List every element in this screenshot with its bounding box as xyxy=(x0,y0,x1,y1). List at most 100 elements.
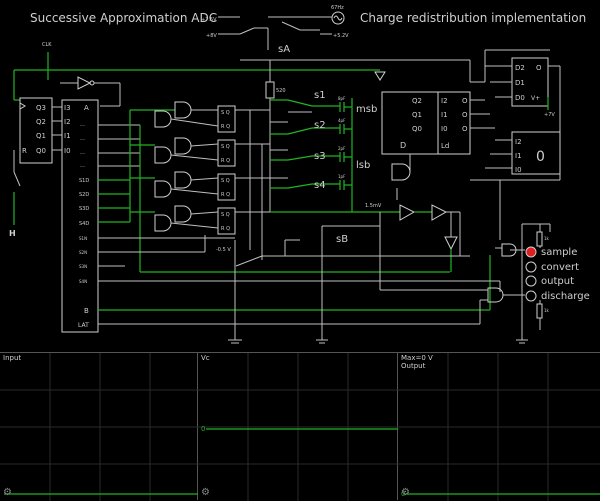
scope-vc-gear-icon[interactable]: ⚙ xyxy=(201,487,210,498)
neg-switch-blade[interactable] xyxy=(235,255,263,267)
svg-text:S Q: S Q xyxy=(221,110,230,116)
decoder-b: B xyxy=(84,307,89,315)
circuit-schematic: Successive Approximation ADC Charge redi… xyxy=(9,5,590,344)
resistor-520-label: 520 xyxy=(276,88,286,94)
scope-vc[interactable]: Vc 0 ⚙ xyxy=(198,352,398,501)
clk-inverter-icon xyxy=(374,71,386,81)
svg-text:1pF: 1pF xyxy=(338,174,346,179)
title-right: Charge redistribution implementation xyxy=(360,11,586,25)
counter-q2: Q2 xyxy=(36,118,46,126)
svg-text:V+: V+ xyxy=(531,95,540,102)
clk-label: CLK xyxy=(42,42,52,48)
scope-vc-zero: 0 xyxy=(201,425,205,433)
svg-text:1k: 1k xyxy=(544,236,550,241)
sa-right-switch-blade[interactable] xyxy=(281,21,301,31)
led-convert xyxy=(525,261,537,273)
svg-text:S Q: S Q xyxy=(221,178,230,184)
status-sample-label: sample xyxy=(541,247,577,258)
svg-text:D1: D1 xyxy=(515,79,525,87)
decoder-i2: I2 xyxy=(64,118,71,126)
cap-msb-label: msb xyxy=(356,104,377,115)
svg-text:S Q: S Q xyxy=(221,212,230,218)
counter-q1: Q1 xyxy=(36,132,46,140)
svg-text:Ld: Ld xyxy=(441,142,449,150)
svg-text:O: O xyxy=(462,111,468,119)
svg-text:2pF: 2pF xyxy=(338,146,346,151)
sa-left-switch-blade[interactable] xyxy=(239,27,255,35)
gate-row-3: S Q R Q xyxy=(154,171,236,201)
resistor-1k-b xyxy=(536,303,543,319)
resistor-520 xyxy=(265,81,275,99)
svg-text:I1: I1 xyxy=(515,152,522,160)
svg-text:D0: D0 xyxy=(515,94,525,102)
svg-text:O: O xyxy=(462,97,468,105)
decoder-a: A xyxy=(84,104,89,112)
switch-s3-label: s3 xyxy=(314,151,326,162)
scope-input[interactable]: Input ⚙ xyxy=(0,352,198,501)
source-7-5v-label: +7.5V xyxy=(201,17,217,23)
counter-q0: Q0 xyxy=(36,147,46,155)
svg-text:4pF: 4pF xyxy=(338,118,346,123)
status-convert-label: convert xyxy=(541,262,579,273)
decoder-s3d: S3D xyxy=(79,206,89,212)
svg-text:R Q: R Q xyxy=(221,124,230,130)
svg-text:D: D xyxy=(400,141,406,150)
svg-text:O: O xyxy=(536,64,542,72)
source-1-5mv-label: 1.5mV xyxy=(365,203,382,209)
decoder-s2n: S2N xyxy=(79,250,87,255)
switch-s1-label: s1 xyxy=(314,90,326,101)
led-discharge xyxy=(525,290,537,302)
svg-text:----: ---- xyxy=(80,164,86,168)
switch-s2[interactable]: s2 xyxy=(270,120,340,135)
scope-output-gear-icon[interactable]: ⚙ xyxy=(401,487,410,498)
switch-sb-label: sB xyxy=(336,234,348,245)
scope-input-gear-icon[interactable]: ⚙ xyxy=(3,487,12,498)
switch-s2-label: s2 xyxy=(314,120,326,131)
freq-label: 67Hz xyxy=(331,5,344,11)
switch-s3[interactable]: s3 xyxy=(270,149,340,162)
svg-text:S Q: S Q xyxy=(221,144,230,150)
decoder-i0: I0 xyxy=(64,147,71,155)
svg-text:1k: 1k xyxy=(544,308,550,313)
switch-s4[interactable]: s4 xyxy=(270,177,340,191)
gate-row-1: S Q R Q xyxy=(154,101,236,133)
latch-chip xyxy=(381,91,439,155)
svg-text:I2: I2 xyxy=(515,138,522,146)
decoder-i1: I1 xyxy=(64,132,71,140)
switch-sa-label: sA xyxy=(278,44,290,55)
counter-q3: Q3 xyxy=(36,104,46,112)
status-discharge-label: discharge xyxy=(541,291,590,302)
svg-text:I0: I0 xyxy=(441,125,448,133)
h-switch-blade[interactable] xyxy=(13,171,21,187)
decoder-s4d: S4D xyxy=(79,221,89,227)
svg-text:+7V: +7V xyxy=(544,112,555,118)
decoder-s1d: S1D xyxy=(79,178,89,184)
decoder-i3: I3 xyxy=(64,104,71,112)
title-left: Successive Approximation ADC xyxy=(30,11,217,25)
svg-text:Q1: Q1 xyxy=(412,111,422,119)
decoder-lat: LAT xyxy=(78,322,89,329)
decoder-s1n: S1N xyxy=(79,236,87,241)
resistor-1k-a xyxy=(536,231,543,247)
sa-switch-group[interactable]: +7.5V +8V sA 67Hz +5.2V xyxy=(201,5,349,55)
cap-lsb-label: lsb xyxy=(356,160,370,171)
led-sample xyxy=(525,246,537,258)
capacitor-bank: 8pF 4pF 2pF 1pF xyxy=(338,96,353,212)
svg-text:----: ---- xyxy=(80,137,86,141)
h-label: H xyxy=(9,229,16,238)
gate-row-4: S Q R Q xyxy=(154,205,236,235)
ground-symbols xyxy=(228,339,528,344)
switch-sb[interactable]: sB xyxy=(321,212,381,340)
switch-s4-label: s4 xyxy=(314,180,326,191)
svg-text:R Q: R Q xyxy=(221,158,230,164)
svg-text:I0: I0 xyxy=(515,166,522,174)
decoder-s2d: S2D xyxy=(79,192,89,198)
source-5-2v-label: +5.2V xyxy=(333,33,349,39)
gate-row-2: S Q R Q xyxy=(154,137,236,167)
svg-text:D2: D2 xyxy=(515,64,525,72)
svg-text:R Q: R Q xyxy=(221,192,230,198)
led-output xyxy=(525,275,537,287)
source-minus-0-5v-label: -0.5 V xyxy=(216,247,231,253)
scope-output[interactable]: Max=0 V Output 0 ⚙ xyxy=(398,352,600,501)
clk-buffer-icon xyxy=(77,76,92,90)
